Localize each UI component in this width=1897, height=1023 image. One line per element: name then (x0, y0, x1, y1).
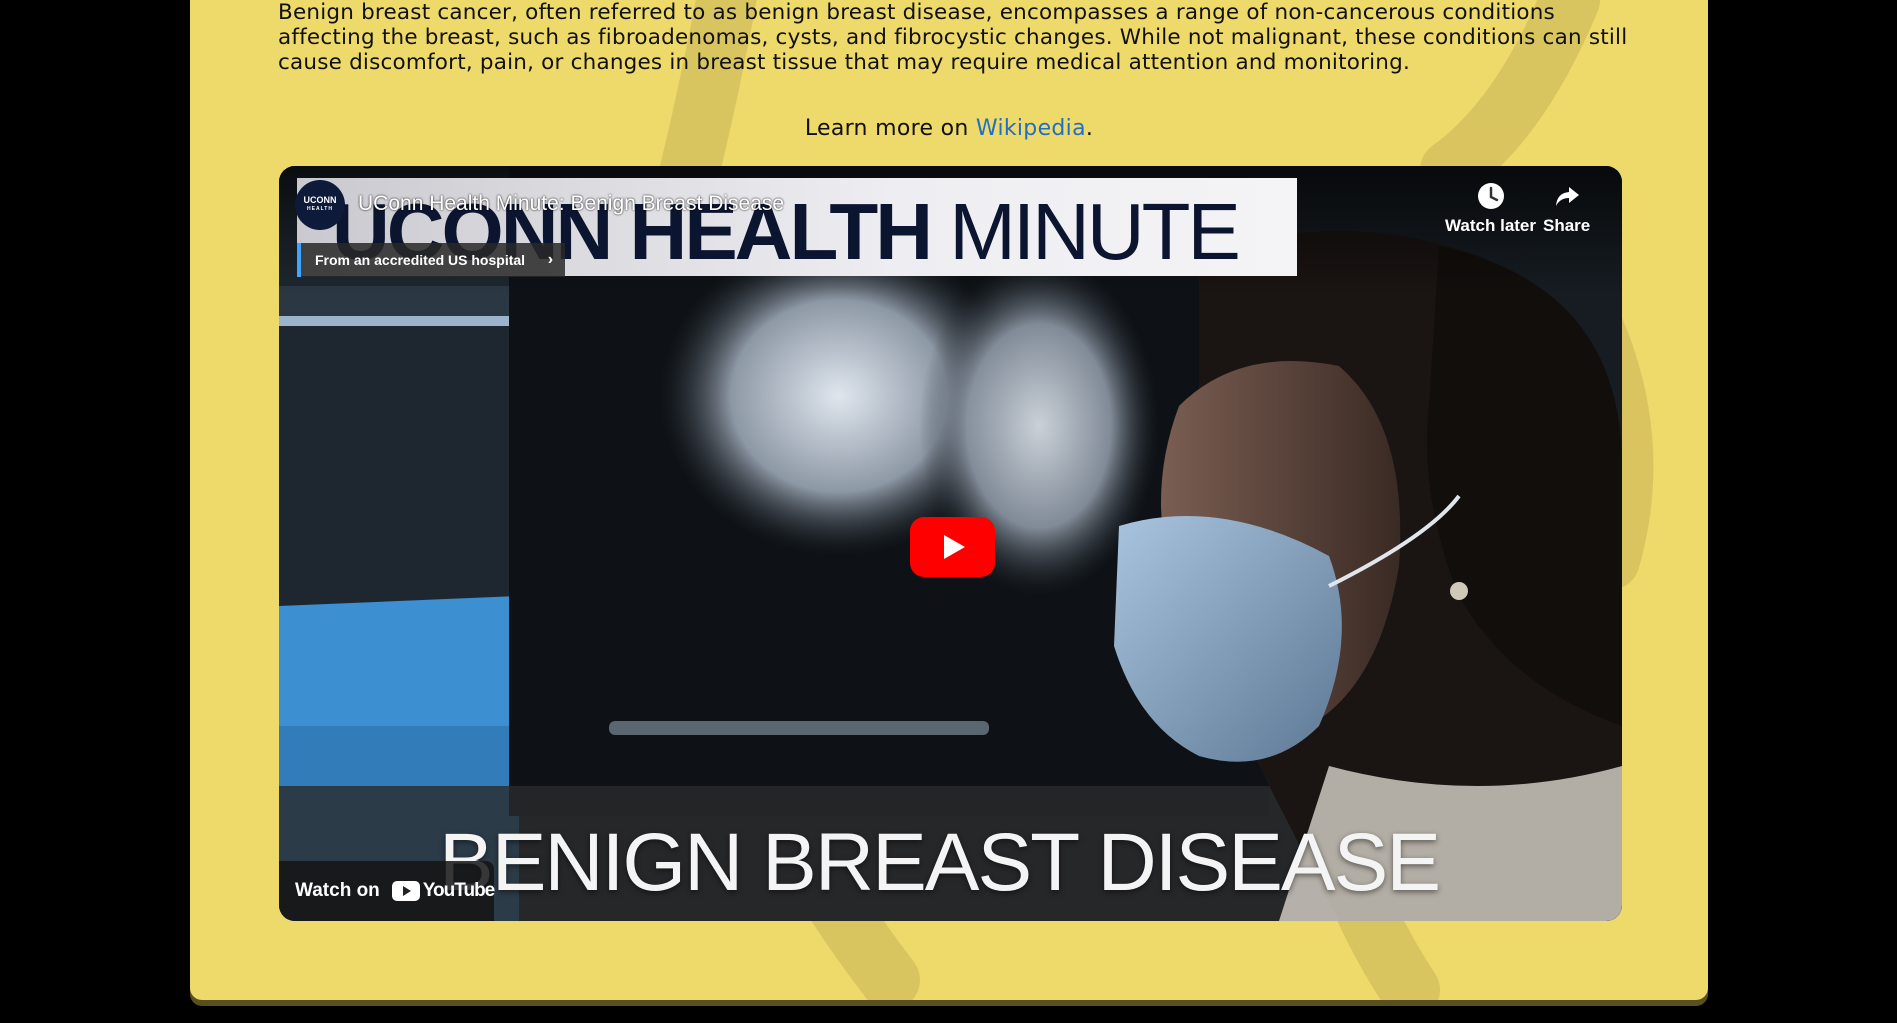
watch-later-label: Watch later (1445, 216, 1537, 235)
watch-on-youtube-button[interactable]: Watch on YouTube (279, 861, 495, 921)
learn-more-prefix: Learn more on (804, 116, 976, 141)
accredited-hospital-badge[interactable]: From an accredited US hospital › (297, 243, 566, 277)
channel-avatar[interactable]: UCONN HEALTH (295, 180, 345, 230)
watch-later-button[interactable]: Watch later (1445, 182, 1536, 236)
banner-light-text: MINUTE (949, 187, 1241, 276)
wikipedia-link[interactable]: Wikipedia (976, 116, 1086, 141)
youtube-logo: YouTube (391, 880, 495, 902)
channel-avatar-text: UCONN (303, 195, 337, 205)
channel-avatar-subtext: HEALTH (307, 206, 333, 212)
share-button[interactable]: Share (1543, 182, 1590, 236)
play-button[interactable] (910, 517, 995, 577)
article-paragraph: Benign breast cancer, often referred to … (278, 0, 1628, 75)
share-arrow-icon (1555, 187, 1579, 206)
chevron-right-icon: › (547, 251, 554, 268)
clock-icon (1477, 183, 1504, 209)
youtube-label: YouTube (422, 880, 495, 901)
video-title[interactable]: UConn Health Minute: Benign Breast Disea… (358, 192, 784, 216)
learn-more-suffix: . (1085, 116, 1094, 141)
content-panel: Benign breast cancer, often referred to … (190, 0, 1708, 1000)
youtube-embed[interactable]: UCONN HEALTH MINUTE UCONN HEALTH UConn H… (279, 166, 1622, 921)
watch-on-label: Watch on (295, 880, 380, 901)
learn-more-line: Learn more on Wikipedia. (190, 116, 1708, 141)
video-overlay-title: BENIGN BREAST DISEASE (439, 817, 1441, 908)
share-label: Share (1543, 216, 1591, 235)
accredited-label: From an accredited US hospital (315, 252, 526, 268)
youtube-logo-icon (391, 881, 420, 901)
